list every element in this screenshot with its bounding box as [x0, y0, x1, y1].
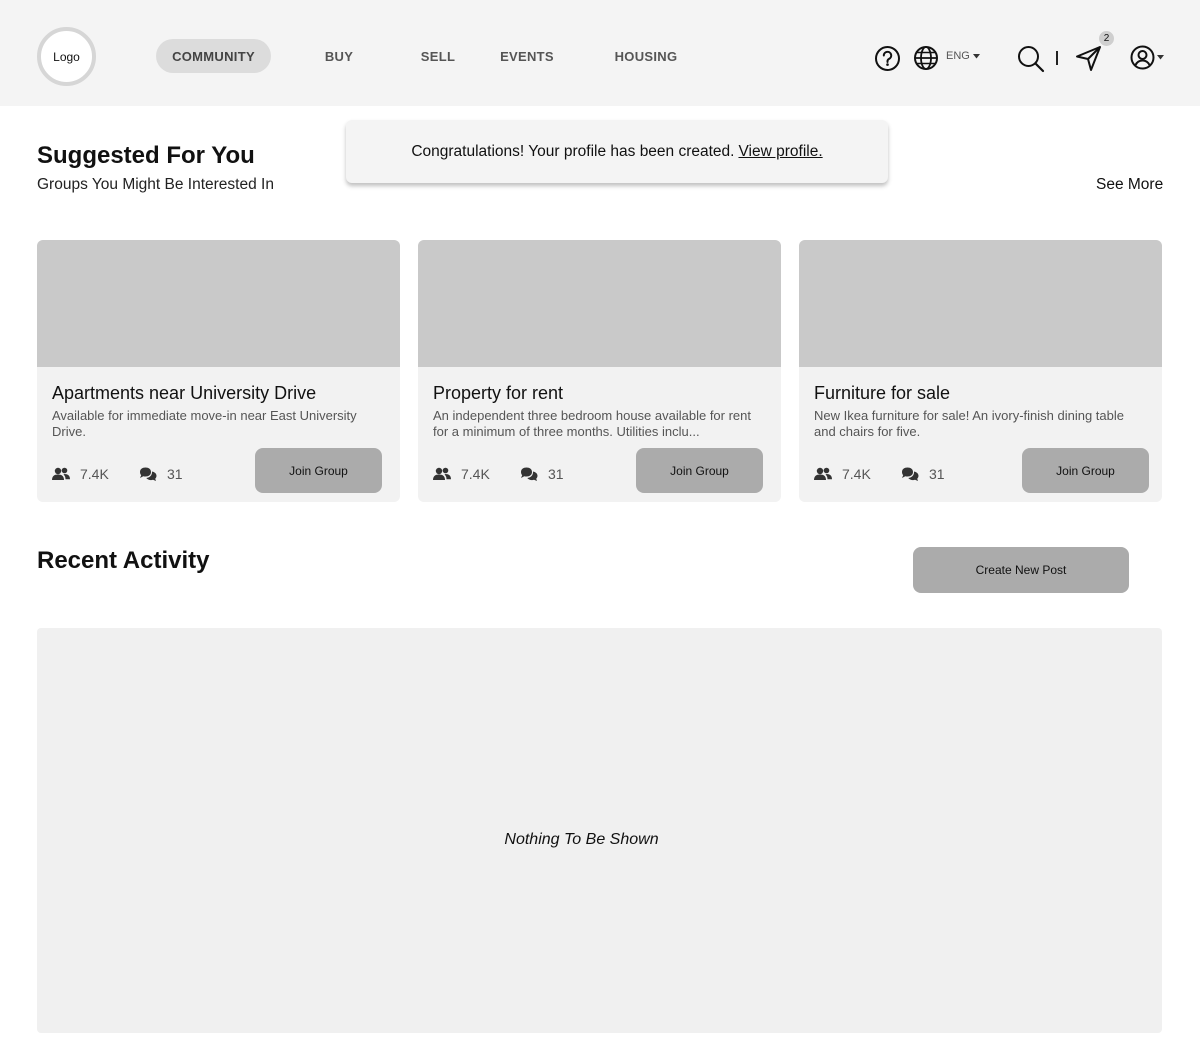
- join-group-button[interactable]: Join Group: [255, 448, 382, 493]
- group-card[interactable]: Property for rent An independent three b…: [418, 240, 781, 502]
- comments-stat: 31: [139, 466, 183, 482]
- join-group-button[interactable]: Join Group: [636, 448, 763, 493]
- comments-stat: 31: [520, 466, 564, 482]
- group-title: Apartments near University Drive: [52, 383, 317, 403]
- group-description: An independent three bedroom house avail…: [433, 408, 751, 439]
- comments-count: 31: [167, 466, 183, 482]
- nav-housing[interactable]: HOUSING: [605, 39, 687, 73]
- nav-sell[interactable]: SELL: [408, 39, 468, 73]
- language-select[interactable]: ENG: [946, 50, 980, 62]
- group-description: Available for immediate move-in near Eas…: [52, 408, 357, 439]
- comments-icon: [521, 467, 538, 481]
- nav-community[interactable]: COMMUNITY: [156, 39, 271, 73]
- header-divider: [1056, 51, 1058, 65]
- create-new-post-button[interactable]: Create New Post: [913, 547, 1129, 593]
- logo-text: Logo: [53, 49, 80, 64]
- comments-icon: [140, 467, 157, 481]
- user-menu[interactable]: [1130, 45, 1164, 70]
- group-title: Furniture for sale: [814, 383, 951, 403]
- messages-badge: 2: [1099, 31, 1114, 46]
- nav-label: EVENTS: [500, 48, 554, 64]
- top-header: Logo COMMUNITY BUY SELL EVENTS HOUSING E…: [0, 0, 1200, 106]
- comments-icon: [902, 467, 919, 481]
- nav-label: BUY: [324, 48, 354, 64]
- group-card[interactable]: Apartments near University Drive Availab…: [37, 240, 400, 502]
- members-icon: [814, 467, 832, 480]
- nav-label: HOUSING: [614, 48, 678, 64]
- empty-state-message: Nothing To Be Shown: [504, 831, 659, 848]
- nav-label: COMMUNITY: [172, 48, 255, 64]
- members-count: 7.4K: [842, 466, 871, 482]
- members-stat: 7.4K: [433, 466, 490, 482]
- members-count: 7.4K: [80, 466, 109, 482]
- caret-down-icon: [1157, 55, 1164, 60]
- nav-label: SELL: [420, 48, 456, 64]
- group-image-placeholder: [37, 240, 400, 367]
- members-stat: 7.4K: [52, 466, 109, 482]
- caret-down-icon: [972, 53, 980, 58]
- comments-count: 31: [548, 466, 564, 482]
- group-image-placeholder: [418, 240, 781, 367]
- members-icon: [433, 467, 451, 480]
- success-toast: Congratulations! Your profile has been c…: [346, 120, 888, 183]
- language-label: ENG: [946, 50, 970, 62]
- members-count: 7.4K: [461, 466, 490, 482]
- help-icon[interactable]: [874, 45, 901, 72]
- group-image-placeholder: [799, 240, 1162, 367]
- group-title: Property for rent: [433, 383, 564, 403]
- group-card[interactable]: Furniture for sale New Ikea furniture fo…: [799, 240, 1162, 502]
- see-more-link[interactable]: See More: [1096, 176, 1163, 194]
- suggested-title: Suggested For You: [37, 142, 255, 169]
- activity-feed: Nothing To Be Shown: [37, 628, 1162, 1033]
- toast-message: Congratulations! Your profile has been c…: [411, 142, 735, 160]
- search-icon[interactable]: [1017, 45, 1045, 73]
- send-icon[interactable]: [1075, 45, 1103, 72]
- globe-icon[interactable]: [913, 45, 939, 71]
- logo[interactable]: Logo: [37, 27, 96, 86]
- suggested-subtitle: Groups You Might Be Interested In: [37, 176, 274, 193]
- nav-events[interactable]: EVENTS: [493, 39, 561, 73]
- nav-buy[interactable]: BUY: [309, 39, 369, 73]
- user-icon: [1130, 45, 1155, 70]
- group-description: New Ikea furniture for sale! An ivory-fi…: [814, 408, 1124, 439]
- join-group-button[interactable]: Join Group: [1022, 448, 1149, 493]
- comments-stat: 31: [901, 466, 945, 482]
- members-stat: 7.4K: [814, 466, 871, 482]
- view-profile-link[interactable]: View profile.: [738, 143, 822, 161]
- comments-count: 31: [929, 466, 945, 482]
- recent-activity-title: Recent Activity: [37, 547, 210, 574]
- members-icon: [52, 467, 70, 480]
